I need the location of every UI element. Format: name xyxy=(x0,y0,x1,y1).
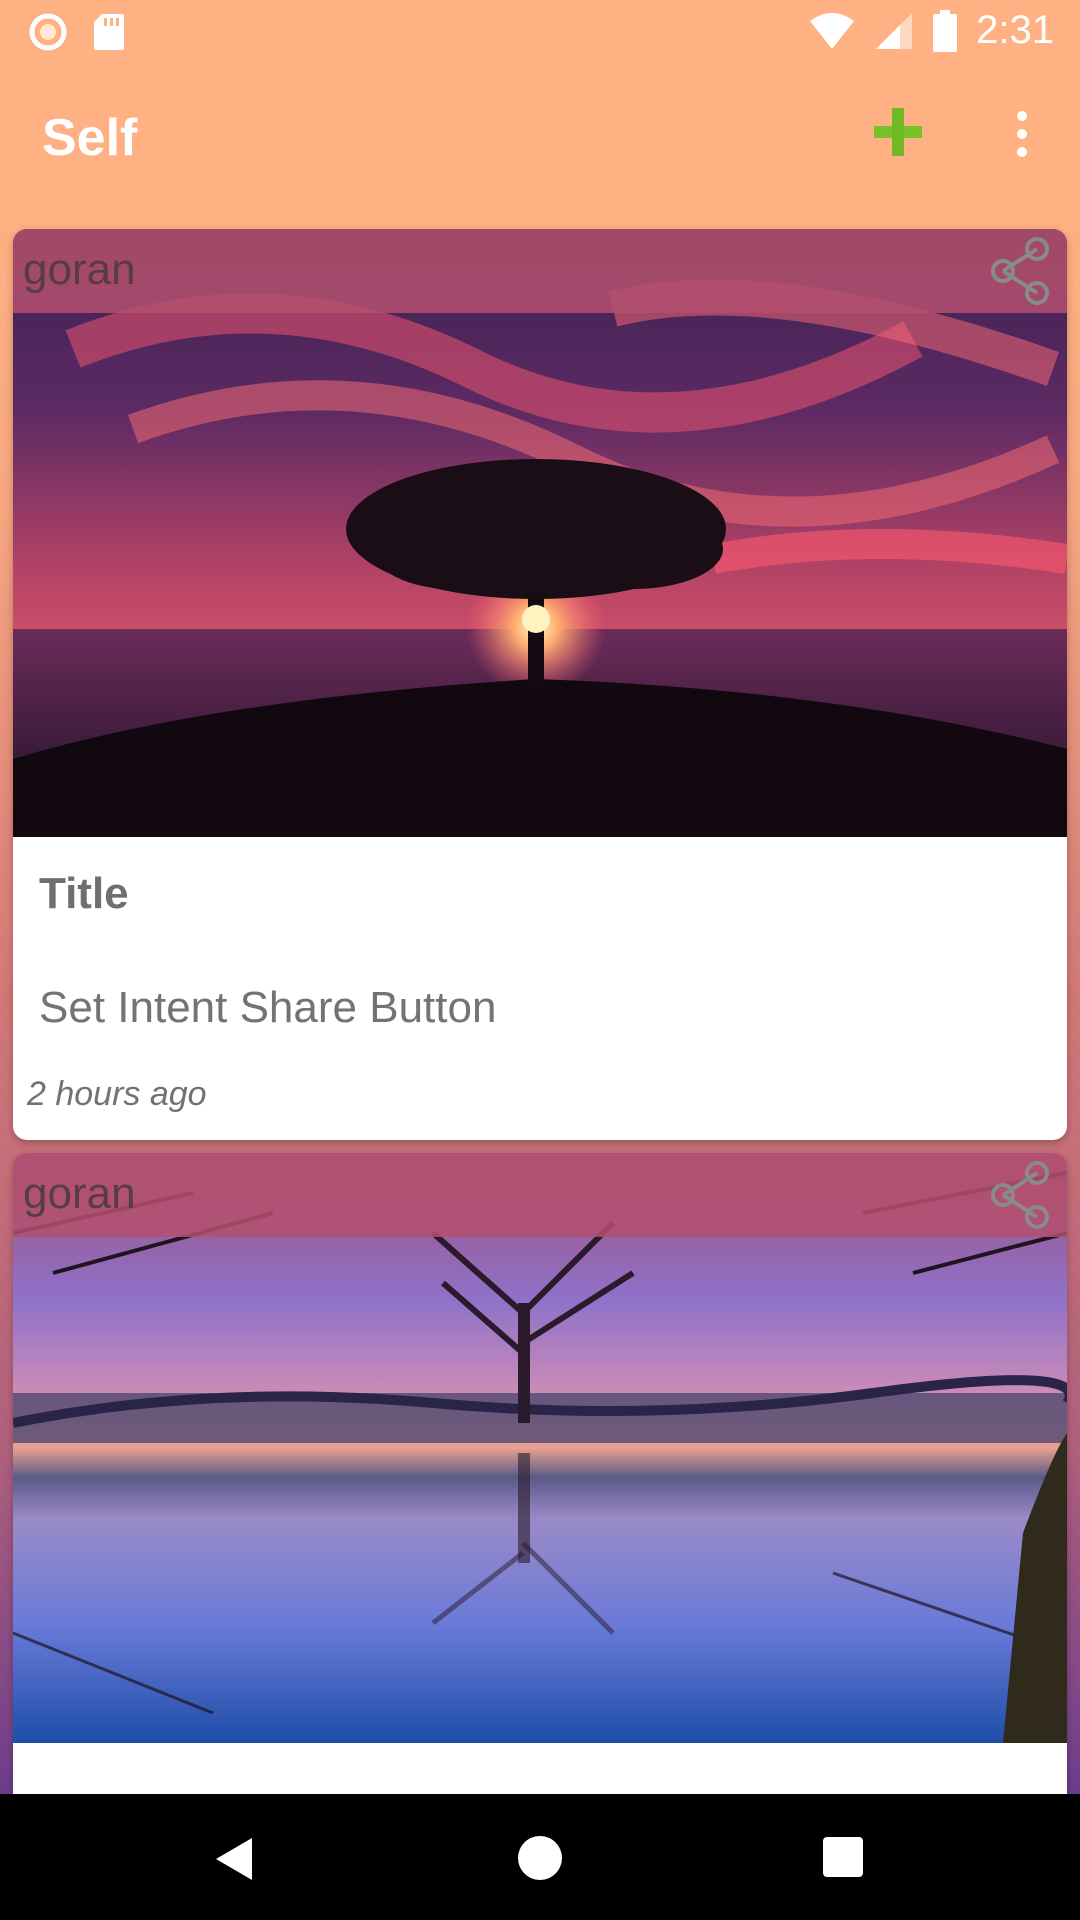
app-title: Self xyxy=(42,109,138,167)
home-icon[interactable] xyxy=(518,1836,562,1880)
circle-notification-icon xyxy=(29,13,67,51)
post-description: Set Intent Share Button xyxy=(39,983,497,1032)
post-image[interactable] xyxy=(13,229,1067,837)
share-icon[interactable] xyxy=(989,1161,1053,1229)
post-header: goran xyxy=(13,1153,1067,1237)
post-feed[interactable]: goran Title Set Intent Share Button 2 ho… xyxy=(0,212,1080,1794)
back-icon[interactable] xyxy=(214,1836,254,1882)
recents-icon[interactable] xyxy=(823,1837,863,1877)
add-icon[interactable] xyxy=(872,106,924,158)
post-header: goran xyxy=(13,229,1067,313)
post-card[interactable]: goran xyxy=(13,1153,1067,1794)
signal-icon xyxy=(876,12,913,49)
status-time: 2:31 xyxy=(976,8,1054,52)
post-author: goran xyxy=(23,245,136,294)
navigation-bar xyxy=(0,1794,1080,1920)
more-vert-icon[interactable] xyxy=(1004,110,1040,158)
post-timestamp: 2 hours ago xyxy=(27,1075,207,1113)
share-icon[interactable] xyxy=(989,237,1053,305)
battery-icon xyxy=(933,9,958,52)
post-card[interactable]: goran Title Set Intent Share Button 2 ho… xyxy=(13,229,1067,1140)
post-title: Title xyxy=(39,869,129,918)
wifi-icon xyxy=(810,12,855,49)
post-image[interactable] xyxy=(13,1153,1067,1743)
sd-card-icon xyxy=(94,14,124,50)
post-author: goran xyxy=(23,1169,136,1218)
status-bar: 2:31 xyxy=(0,0,1080,64)
